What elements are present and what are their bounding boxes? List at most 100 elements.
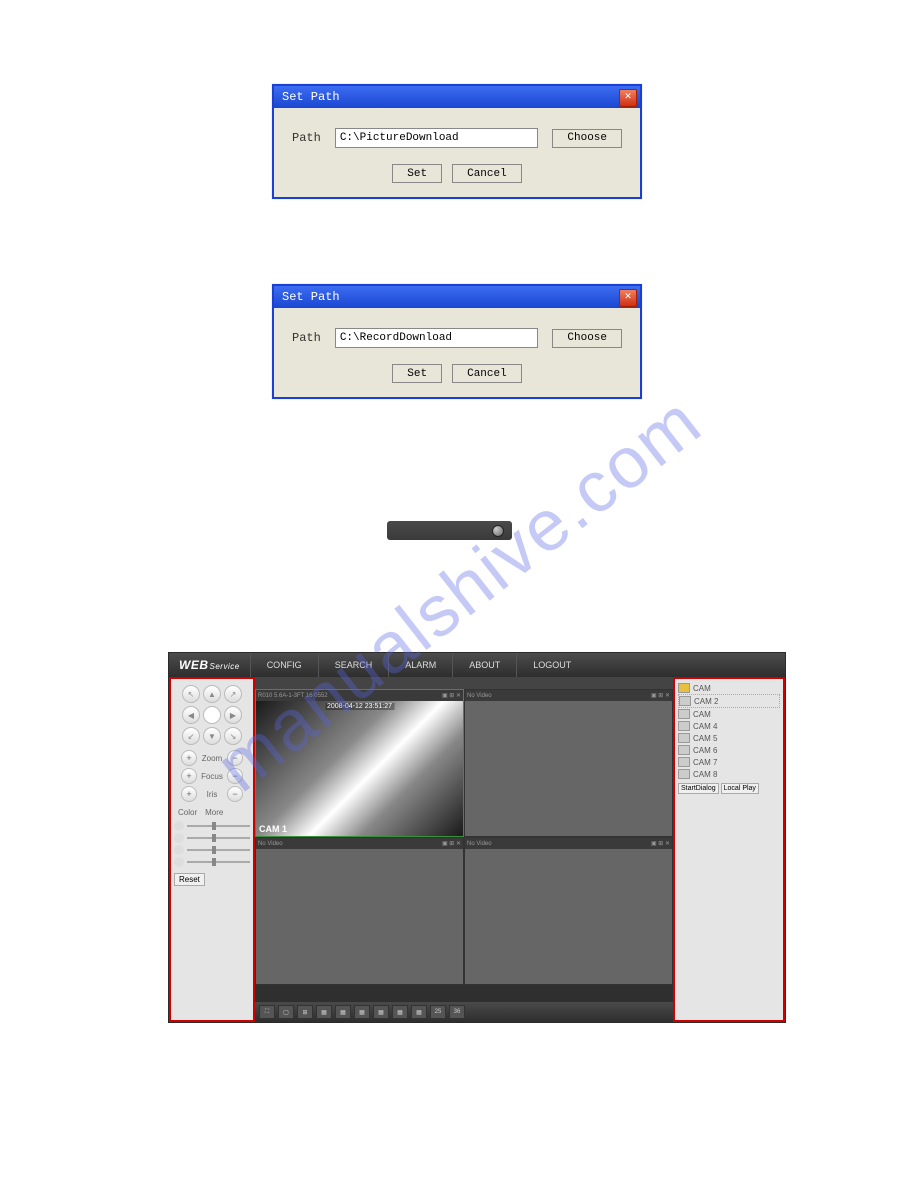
ptz-grid: ↖ ▲ ↗ ◀ ▶ ↙ ▼ ↘ [174, 685, 250, 745]
saturation-slider[interactable] [174, 845, 250, 855]
menu-logout[interactable]: LOGOUT [516, 653, 587, 677]
video-pane-3[interactable]: No Video ▣ ⊞ ✕ [255, 837, 464, 985]
camera-list-panel: CAM CAM 2 CAM CAM 4 CAM 5 CAM 6 CAM 7 CA… [673, 677, 785, 1022]
contrast-slider[interactable] [174, 833, 250, 843]
path-label: Path [292, 331, 321, 345]
ptz-up-icon[interactable]: ▲ [203, 685, 221, 703]
close-icon[interactable]: ✕ [619, 289, 637, 307]
ptz-up-left-icon[interactable]: ↖ [182, 685, 200, 703]
brightness-icon [174, 821, 184, 831]
dialog1-title: Set Path [282, 90, 340, 104]
zoom-plus-icon[interactable]: + [181, 750, 197, 766]
camera-item-8[interactable]: CAM 8 [678, 768, 780, 780]
ptz-panel: ↖ ▲ ↗ ◀ ▶ ↙ ▼ ↘ + Zoom − + Focus − + [169, 677, 255, 1022]
camera-item-6[interactable]: CAM 6 [678, 744, 780, 756]
layout-4-icon[interactable]: ⊞ [297, 1005, 313, 1019]
ptz-left-icon[interactable]: ◀ [182, 706, 200, 724]
pane3-body [256, 849, 463, 984]
iris-minus-icon[interactable]: − [227, 786, 243, 802]
ptz-right-icon[interactable]: ▶ [224, 706, 242, 724]
dialog1-titlebar[interactable]: Set Path ✕ [274, 86, 640, 108]
hue-slider[interactable] [174, 857, 250, 867]
video-toolbar [255, 677, 673, 689]
zoom-minus-icon[interactable]: − [227, 750, 243, 766]
cancel-button[interactable]: Cancel [452, 164, 522, 183]
menu-search[interactable]: SEARCH [318, 653, 389, 677]
camera-icon [678, 683, 690, 693]
path-input[interactable] [335, 128, 539, 148]
pane3-status: No Video [258, 841, 283, 847]
dialog2-path-row: Path Choose [292, 328, 622, 348]
camera-label: CAM [693, 710, 711, 719]
ptz-down-left-icon[interactable]: ↙ [182, 727, 200, 745]
tab-more[interactable]: More [201, 806, 227, 819]
pane-controls-icon[interactable]: ▣ ⊞ ✕ [651, 840, 670, 847]
camera-icon [678, 721, 690, 731]
expand-icon[interactable] [492, 525, 504, 537]
layout-9-icon[interactable]: ▦ [354, 1005, 370, 1019]
layout-36-icon[interactable]: 36 [449, 1005, 465, 1019]
pane-controls-icon[interactable]: ▣ ⊞ ✕ [651, 692, 670, 699]
path-label: Path [292, 131, 321, 145]
camera-item-1[interactable]: CAM [678, 682, 780, 694]
cancel-button[interactable]: Cancel [452, 364, 522, 383]
layout-6-icon[interactable]: ▦ [316, 1005, 332, 1019]
iris-row: + Iris − [174, 786, 250, 802]
fullscreen-icon[interactable]: ⛶ [259, 1005, 275, 1019]
set-path-dialog-1: Set Path ✕ Path Choose Set Cancel [272, 84, 642, 199]
video-pane-2[interactable]: No Video ▣ ⊞ ✕ [464, 689, 673, 837]
layout-8-icon[interactable]: ▦ [335, 1005, 351, 1019]
camera-icon [678, 733, 690, 743]
video-pane-4[interactable]: No Video ▣ ⊞ ✕ [464, 837, 673, 985]
layout-16-icon[interactable]: ▦ [392, 1005, 408, 1019]
menu-config[interactable]: CONFIG [250, 653, 318, 677]
layout-25-icon[interactable]: 25 [430, 1005, 446, 1019]
iris-plus-icon[interactable]: + [181, 786, 197, 802]
camera-label: CAM 5 [693, 734, 717, 743]
camera-icon [679, 696, 691, 706]
dark-bar [387, 521, 512, 540]
pane2-status: No Video [467, 693, 492, 699]
set-path-dialog-2: Set Path ✕ Path Choose Set Cancel [272, 284, 642, 399]
focus-minus-icon[interactable]: − [227, 768, 243, 784]
brightness-slider[interactable] [174, 821, 250, 831]
layout-1-icon[interactable]: ▢ [278, 1005, 294, 1019]
tab-color[interactable]: Color [174, 806, 201, 819]
layout-13-icon[interactable]: ▦ [373, 1005, 389, 1019]
camera-item-7[interactable]: CAM 7 [678, 756, 780, 768]
ptz-center-icon[interactable] [203, 706, 221, 724]
ptz-down-icon[interactable]: ▼ [203, 727, 221, 745]
set-button[interactable]: Set [392, 364, 442, 383]
choose-button[interactable]: Choose [552, 129, 622, 148]
start-dialog-button[interactable]: StartDialog [678, 783, 719, 794]
camera-label: CAM 7 [693, 758, 717, 767]
color-tabs: Color More [174, 806, 250, 819]
pane-controls-icon[interactable]: ▣ ⊞ ✕ [442, 692, 461, 699]
dialog2-buttons: Set Cancel [292, 364, 622, 383]
pane-controls-icon[interactable]: ▣ ⊞ ✕ [442, 840, 461, 847]
layout-20-icon[interactable]: ▦ [411, 1005, 427, 1019]
ptz-down-right-icon[interactable]: ↘ [224, 727, 242, 745]
set-button[interactable]: Set [392, 164, 442, 183]
choose-button[interactable]: Choose [552, 329, 622, 348]
logo-main: WEB [179, 658, 209, 672]
ptz-up-right-icon[interactable]: ↗ [224, 685, 242, 703]
reset-button[interactable]: Reset [174, 873, 205, 886]
app-logo: WEBService [169, 658, 250, 672]
close-icon[interactable]: ✕ [619, 89, 637, 107]
dialog1-buttons: Set Cancel [292, 164, 622, 183]
camera-item-5[interactable]: CAM 5 [678, 732, 780, 744]
dialog2-titlebar[interactable]: Set Path ✕ [274, 286, 640, 308]
focus-row: + Focus − [174, 768, 250, 784]
video-pane-1[interactable]: R010 5.6A-1-3FT 16 0552 ▣ ⊞ ✕ 2008-04-12… [255, 689, 464, 837]
menu-about[interactable]: ABOUT [452, 653, 516, 677]
camera-item-4[interactable]: CAM 4 [678, 720, 780, 732]
focus-plus-icon[interactable]: + [181, 768, 197, 784]
camera-label: CAM 4 [693, 722, 717, 731]
menu-alarm[interactable]: ALARM [388, 653, 452, 677]
path-input[interactable] [335, 328, 539, 348]
local-play-button[interactable]: Local Play [721, 783, 759, 794]
pane1-live: 2008-04-12 23:51:27 CAM 1 [256, 701, 463, 836]
camera-item-2[interactable]: CAM 2 [678, 694, 780, 708]
camera-item-3[interactable]: CAM [678, 708, 780, 720]
